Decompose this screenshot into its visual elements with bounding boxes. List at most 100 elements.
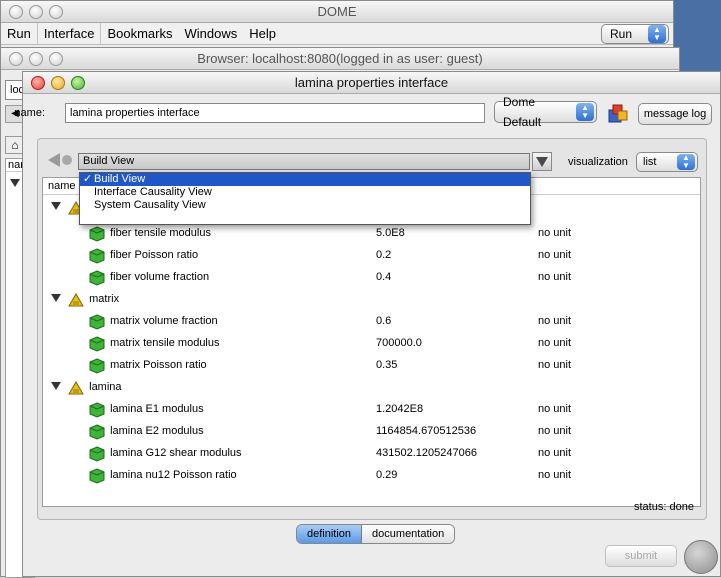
view-combo-arrow-icon[interactable] [532, 152, 552, 171]
message-log-button[interactable]: message log [638, 103, 712, 125]
param-row[interactable]: matrix Poisson ratio [89, 354, 207, 376]
definition-panel: Build View visualization list ▲ ▼ name fi… [37, 138, 707, 520]
view-dropdown-list: ✓ Build View Interface Causality View Sy… [79, 172, 531, 225]
visualization-label: visualization [568, 156, 628, 168]
param-name: matrix volume fraction [110, 315, 218, 327]
param-value[interactable]: 1164854.670512536 [376, 420, 476, 442]
parameter-cube-icon [89, 424, 105, 440]
param-name: lamina E1 modulus [110, 403, 204, 415]
group-row-matrix[interactable]: matrix [51, 288, 119, 310]
zoom-icon[interactable] [49, 5, 63, 19]
menu-bookmarks[interactable]: Bookmarks [101, 23, 178, 44]
interface-window: lamina properties interface name: lamina… [14, 71, 721, 577]
param-unit: no unit [538, 447, 572, 459]
param-unit: no unit [538, 359, 572, 371]
interface-title: lamina properties interface [294, 75, 449, 90]
chevron-updown-icon: ▲ ▼ [576, 103, 594, 121]
param-value[interactable]: 0.29 [376, 464, 397, 486]
dome-default-label: Dome Default [503, 95, 542, 129]
group-row-lamina[interactable]: lamina [51, 376, 122, 398]
close-icon[interactable] [9, 52, 23, 66]
expand-triangle-icon[interactable] [51, 382, 61, 390]
menu-interface[interactable]: Interface [38, 23, 102, 44]
dome-title: DOME [317, 4, 357, 19]
message-log-label: message log [643, 108, 707, 120]
parameter-cube-icon [89, 402, 105, 418]
param-row[interactable]: lamina nu12 Poisson ratio [89, 464, 237, 486]
name-field[interactable]: lamina properties interface [65, 103, 485, 123]
param-value[interactable]: 700000.0 [376, 332, 422, 354]
dome-window: DOME Run Interface Bookmarks Windows Hel… [0, 0, 674, 48]
dome-default-popup[interactable]: Dome Default ▲ ▼ [494, 95, 597, 129]
param-row[interactable]: matrix volume fraction [89, 310, 218, 332]
param-value[interactable]: 0.2 [376, 244, 391, 266]
menu-windows[interactable]: Windows [178, 23, 243, 44]
parameter-cube-icon [89, 336, 105, 352]
minimize-icon[interactable] [29, 52, 43, 66]
folder-icon [68, 380, 84, 395]
param-unit: no unit [538, 403, 572, 415]
menu-help[interactable]: Help [243, 23, 282, 44]
tab-definition[interactable]: definition [297, 525, 363, 543]
group-name: lamina [89, 381, 122, 393]
run-popup[interactable]: Run ▲ ▼ [601, 24, 669, 44]
param-value[interactable]: 0.35 [376, 354, 397, 376]
close-icon[interactable] [31, 76, 45, 90]
name-column-header[interactable]: name [48, 180, 76, 192]
param-row[interactable]: fiber volume fraction [89, 266, 209, 288]
param-value[interactable]: 0.6 [376, 310, 391, 332]
param-value[interactable]: 1.2042E8 [376, 398, 423, 420]
param-value[interactable]: 0.4 [376, 266, 391, 288]
parameter-cube-icon [89, 468, 105, 484]
param-row[interactable]: lamina E1 modulus [89, 398, 204, 420]
param-value[interactable]: 431502.1205247066 [376, 442, 477, 464]
param-row[interactable]: lamina E2 modulus [89, 420, 204, 442]
view-combo[interactable]: Build View [78, 153, 530, 170]
menu-run[interactable]: Run [1, 23, 38, 44]
param-row[interactable]: fiber tensile modulus [89, 222, 211, 244]
back-arrow-icon[interactable] [46, 152, 74, 168]
param-name: matrix Poisson ratio [110, 359, 207, 371]
close-icon[interactable] [9, 5, 23, 19]
dome-tools-icon[interactable] [607, 102, 629, 124]
param-value[interactable]: 5.0E8 [376, 222, 405, 244]
name-label: name: [14, 107, 45, 119]
visualization-popup[interactable]: list ▲ ▼ [636, 152, 698, 172]
progress-spinner-icon [684, 540, 718, 574]
browser-titlebar[interactable]: Browser: localhost:8080(logged in as use… [1, 48, 679, 70]
parameter-table: name fiber fiber tensile modulus 5.0E8 n… [42, 177, 701, 507]
param-row[interactable]: matrix tensile modulus [89, 332, 220, 354]
chevron-updown-icon: ▲ ▼ [677, 154, 695, 170]
param-name: lamina E2 modulus [110, 425, 204, 437]
view-option-label: Build View [94, 173, 146, 185]
param-row[interactable]: lamina G12 shear modulus [89, 442, 242, 464]
menubar: Run Interface Bookmarks Windows Help [1, 23, 673, 45]
param-unit: no unit [538, 337, 572, 349]
tab-documentation[interactable]: documentation [362, 525, 455, 543]
param-name: matrix tensile modulus [110, 337, 220, 349]
zoom-icon[interactable] [71, 76, 85, 90]
view-option-system-causality[interactable]: System Causality View [80, 199, 530, 212]
status-text: status: done [634, 501, 694, 513]
param-unit: no unit [538, 425, 572, 437]
param-name: lamina G12 shear modulus [110, 447, 242, 459]
zoom-icon[interactable] [49, 52, 63, 66]
param-name: lamina nu12 Poisson ratio [110, 469, 237, 481]
view-option-build[interactable]: ✓ Build View [80, 173, 530, 186]
minimize-icon[interactable] [51, 76, 65, 90]
dome-titlebar[interactable]: DOME [1, 1, 673, 23]
view-option-interface-causality[interactable]: Interface Causality View [80, 186, 530, 199]
checkmark-icon: ✓ [83, 173, 93, 185]
param-row[interactable]: fiber Poisson ratio [89, 244, 198, 266]
interface-titlebar[interactable]: lamina properties interface [23, 72, 720, 94]
param-unit: no unit [538, 227, 572, 239]
param-unit: no unit [538, 315, 572, 327]
folder-icon [68, 292, 84, 307]
submit-button[interactable]: submit [605, 545, 677, 567]
param-name: fiber tensile modulus [110, 227, 211, 239]
run-popup-label: Run [610, 27, 633, 41]
param-unit: no unit [538, 469, 572, 481]
expand-triangle-icon[interactable] [51, 202, 61, 210]
minimize-icon[interactable] [29, 5, 43, 19]
expand-triangle-icon[interactable] [51, 294, 61, 302]
